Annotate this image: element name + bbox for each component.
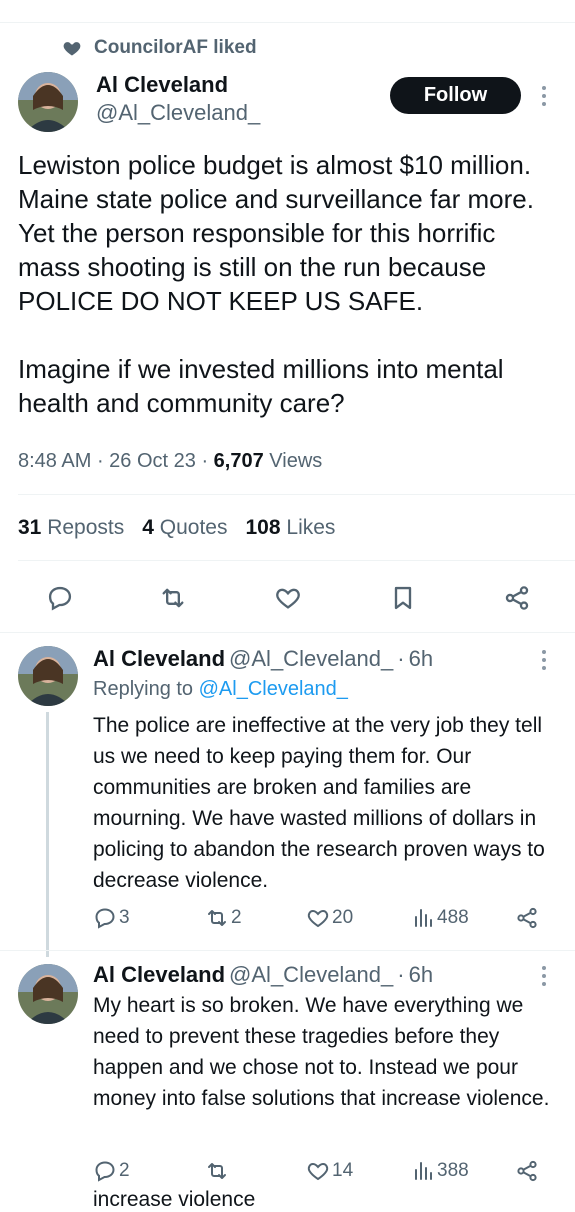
replying-to-link[interactable]: @Al_Cleveland_ — [199, 678, 348, 700]
view-count: 488 — [437, 907, 469, 928]
author-name[interactable]: Al Cleveland — [93, 646, 225, 672]
author-name[interactable]: Al Cleveland — [96, 72, 228, 98]
like-icon — [307, 1162, 329, 1181]
views-button[interactable]: 488 — [411, 906, 469, 930]
quotes-label: Quotes — [159, 516, 228, 539]
author-name[interactable]: Al Cleveland — [93, 962, 225, 988]
repost-icon — [208, 1163, 226, 1179]
views-button[interactable]: 388 — [411, 1159, 469, 1183]
repost-button[interactable] — [205, 1159, 231, 1183]
divider — [0, 950, 575, 951]
quotes-stat[interactable]: 4 Quotes — [142, 516, 227, 540]
author-handle[interactable]: @Al_Cleveland_ — [229, 646, 393, 672]
reply-count: 3 — [119, 907, 130, 928]
reply-icon — [95, 908, 115, 929]
like-icon[interactable] — [273, 578, 303, 618]
tweet-time[interactable]: 8:48 AM — [18, 450, 91, 472]
reply-text: My heart is so broken. We have everythin… — [93, 994, 550, 1110]
avatar[interactable] — [18, 72, 78, 132]
replying-prefix: Replying to — [93, 678, 194, 700]
divider — [0, 632, 575, 633]
more-options-icon[interactable] — [541, 86, 547, 106]
engagement-stats: 31 Reposts 4 Quotes 108 Likes — [18, 516, 335, 540]
share-icon[interactable] — [502, 578, 532, 618]
likes-stat[interactable]: 108 Likes — [246, 516, 336, 540]
meta-separator: · — [96, 450, 110, 472]
bookmark-icon[interactable] — [388, 578, 418, 618]
dot-separator: · — [397, 962, 405, 987]
author-handle[interactable]: @Al_Cleveland_ — [229, 962, 393, 988]
reply-age[interactable]: 6h — [409, 962, 433, 988]
reply-icon[interactable] — [45, 578, 75, 618]
reply-action-bar: 2 14 388 — [93, 1155, 563, 1187]
tweet-action-bar — [0, 578, 575, 618]
share-icon — [517, 1160, 537, 1182]
views-icon — [415, 1162, 432, 1180]
reply-button[interactable]: 2 — [93, 1159, 130, 1183]
reply-header: Al Cleveland @Al_Cleveland_ · 6h — [93, 962, 433, 988]
reposts-count: 31 — [18, 516, 42, 539]
reposts-label: Reposts — [47, 516, 125, 539]
social-context-label: CouncilorAF liked — [94, 37, 257, 58]
quotes-count: 4 — [142, 516, 154, 539]
tweet-date[interactable]: 26 Oct 23 — [109, 450, 196, 472]
like-icon — [307, 909, 329, 928]
likes-label: Likes — [286, 516, 336, 539]
cut-off-text: increase violence — [93, 1188, 256, 1211]
views-label: Views — [269, 450, 323, 472]
reply-text: The police are ineffective at the very j… — [93, 714, 545, 892]
divider — [18, 494, 575, 495]
top-divider — [0, 22, 575, 23]
like-button[interactable]: 20 — [306, 906, 353, 930]
reply-count: 2 — [119, 1160, 130, 1181]
likes-count: 108 — [245, 516, 281, 539]
views-icon — [415, 909, 432, 927]
share-button[interactable] — [515, 906, 539, 930]
more-options-icon[interactable] — [541, 650, 547, 670]
divider — [18, 560, 575, 561]
repost-button[interactable]: 2 — [205, 906, 242, 930]
tweet-text: Lewiston police budget is almost $10 mil… — [18, 150, 534, 418]
follow-button[interactable]: Follow — [390, 77, 521, 114]
repost-count: 2 — [231, 907, 242, 928]
thread-line — [46, 712, 49, 957]
share-button[interactable] — [515, 1159, 539, 1183]
reply-action-bar: 3 2 20 488 — [93, 902, 563, 934]
meta-separator: · — [201, 450, 214, 472]
author-handle[interactable]: @Al_Cleveland_ — [96, 100, 260, 126]
reply-header: Al Cleveland @Al_Cleveland_ · 6h — [93, 646, 433, 672]
dot-separator: · — [397, 646, 405, 671]
more-options-icon[interactable] — [541, 966, 547, 986]
reply-button[interactable]: 3 — [93, 906, 130, 930]
share-icon — [517, 907, 537, 929]
like-button[interactable]: 14 — [306, 1159, 353, 1183]
reply-age[interactable]: 6h — [409, 646, 433, 672]
reposts-stat[interactable]: 31 Reposts — [18, 516, 124, 540]
replying-to: Replying to @Al_Cleveland_ — [93, 678, 348, 701]
tweet-meta: 8:48 AM · 26 Oct 23 · 6,707 Views — [18, 450, 322, 473]
avatar[interactable] — [18, 646, 78, 706]
reply-icon — [95, 1161, 115, 1182]
like-count: 14 — [332, 1160, 354, 1181]
repost-icon — [208, 910, 226, 926]
view-count: 388 — [437, 1160, 469, 1181]
like-count: 20 — [332, 907, 354, 928]
views-count: 6,707 — [213, 450, 264, 472]
repost-icon[interactable] — [158, 578, 188, 618]
social-context: CouncilorAF liked — [62, 36, 257, 60]
heart-icon — [63, 42, 81, 56]
avatar[interactable] — [18, 964, 78, 1024]
